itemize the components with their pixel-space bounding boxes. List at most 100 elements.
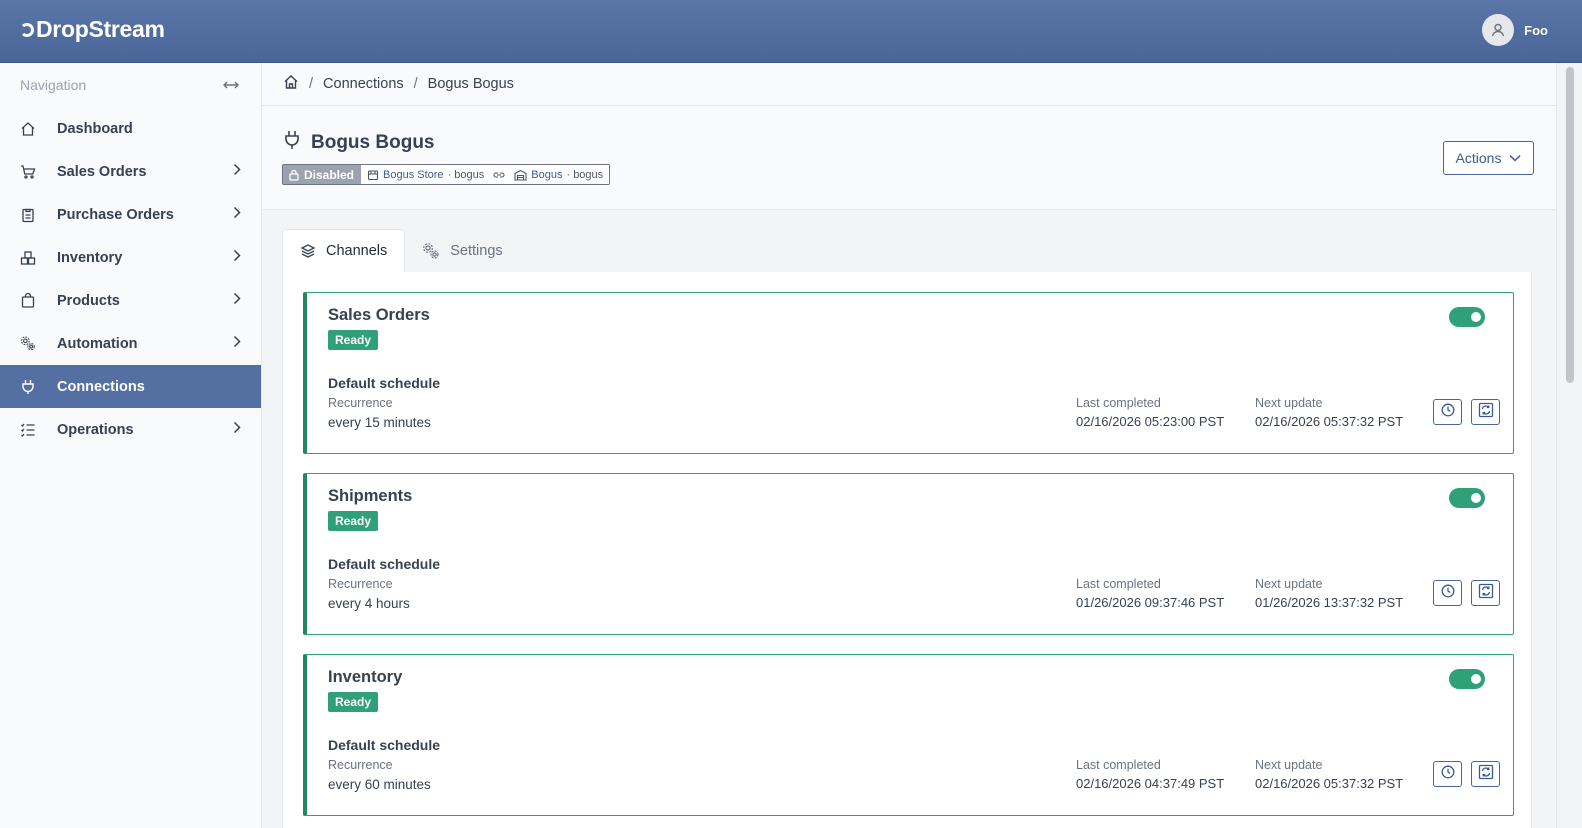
warehouse-icon bbox=[514, 169, 527, 181]
cart-icon bbox=[20, 164, 36, 180]
schedule-button[interactable] bbox=[1433, 580, 1462, 606]
sidebar-item-dashboard[interactable]: Dashboard bbox=[0, 107, 261, 150]
sidebar-item-label: Dashboard bbox=[57, 120, 133, 137]
app-logo[interactable]: DropStream bbox=[20, 16, 165, 43]
schedule-title: Default schedule bbox=[328, 375, 441, 391]
link-icon bbox=[493, 171, 505, 178]
sidebar-item-label: Connections bbox=[57, 378, 145, 395]
chevron-right-icon[interactable] bbox=[233, 163, 241, 180]
store-name[interactable]: Bogus Store bbox=[383, 169, 444, 181]
next-update-label: Next update bbox=[1255, 758, 1323, 772]
clock-icon bbox=[1441, 584, 1455, 603]
next-update-label: Next update bbox=[1255, 396, 1323, 410]
schedule-title: Default schedule bbox=[328, 737, 441, 753]
title-row: Bogus Bogus bbox=[283, 130, 435, 155]
page-title: Bogus Bogus bbox=[311, 131, 435, 153]
status-badge: Ready bbox=[328, 692, 379, 712]
user-name: Foo bbox=[1524, 22, 1548, 38]
logo-mark-icon bbox=[20, 22, 34, 37]
nav-list: Dashboard Sales Orders Purchase Orders Inve… bbox=[0, 107, 261, 451]
sidebar-item-purchase-orders[interactable]: Purchase Orders bbox=[0, 193, 261, 236]
next-update-value: 02/16/2026 05:37:32 PST bbox=[1255, 414, 1404, 429]
scroll-thumb[interactable] bbox=[1566, 67, 1574, 383]
sidebar-item-inventory[interactable]: Inventory bbox=[0, 236, 261, 279]
channel-title: Sales Orders bbox=[328, 306, 430, 324]
last-completed-label: Last completed bbox=[1076, 396, 1161, 410]
top-bar: DropStream Foo bbox=[0, 0, 1582, 63]
next-update-label: Next update bbox=[1255, 577, 1323, 591]
channel-enabled-toggle[interactable] bbox=[1449, 488, 1485, 508]
recurrence-label: Recurrence bbox=[328, 396, 393, 410]
breadcrumb-connections[interactable]: Connections bbox=[323, 76, 404, 92]
chevron-down-icon bbox=[1509, 154, 1521, 162]
store-id: · bogus bbox=[447, 168, 485, 181]
home-icon[interactable] bbox=[283, 74, 299, 94]
last-completed-value: 02/16/2026 05:23:00 PST bbox=[1076, 414, 1225, 429]
chevron-right-icon[interactable] bbox=[233, 249, 241, 266]
last-completed-value: 02/16/2026 04:37:49 PST bbox=[1076, 776, 1225, 791]
chevron-right-icon[interactable] bbox=[233, 421, 241, 438]
tab-settings[interactable]: Settings bbox=[405, 229, 519, 272]
store-info: Bogus Store · bogus Bogus · bogus bbox=[361, 165, 610, 184]
channel-enabled-toggle[interactable] bbox=[1449, 307, 1485, 327]
sync-now-button[interactable] bbox=[1471, 580, 1500, 606]
schedule-title: Default schedule bbox=[328, 556, 441, 572]
schedule-button[interactable] bbox=[1433, 761, 1462, 787]
avatar[interactable] bbox=[1482, 14, 1515, 46]
boxes-icon bbox=[20, 250, 36, 266]
sidebar-item-connections[interactable]: Connections bbox=[0, 365, 261, 408]
channel-card-sales-orders: Sales Orders Ready Default schedule Recurre… bbox=[303, 292, 1514, 454]
clock-icon bbox=[1441, 765, 1455, 784]
main-content: / Connections / Bogus Bogus Bogus Bogus … bbox=[262, 63, 1556, 828]
actions-button[interactable]: Actions bbox=[1443, 141, 1534, 175]
sidebar-item-sales-orders[interactable]: Sales Orders bbox=[0, 150, 261, 193]
plug-icon bbox=[20, 379, 36, 395]
logo-text: DropStream bbox=[36, 16, 165, 42]
lock-icon bbox=[289, 169, 299, 181]
next-update-value: 02/16/2026 05:37:32 PST bbox=[1255, 776, 1404, 791]
status-badge: Ready bbox=[328, 511, 379, 531]
status-badge: Ready bbox=[328, 330, 379, 350]
chevron-right-icon[interactable] bbox=[233, 292, 241, 309]
user-icon bbox=[1491, 23, 1505, 37]
recurrence-label: Recurrence bbox=[328, 577, 393, 591]
page-header: Bogus Bogus Disabled Bogus Store · bogus… bbox=[262, 106, 1556, 210]
schedule-button[interactable] bbox=[1433, 399, 1462, 425]
refresh-icon bbox=[1478, 764, 1494, 785]
tab-channels[interactable]: Channels bbox=[282, 229, 406, 272]
sidebar-item-label: Products bbox=[57, 292, 120, 309]
refresh-icon bbox=[1478, 583, 1494, 604]
sidebar-item-products[interactable]: Products bbox=[0, 279, 261, 322]
sync-now-button[interactable] bbox=[1471, 399, 1500, 425]
sidebar-item-label: Automation bbox=[57, 335, 138, 352]
user-menu[interactable]: Foo bbox=[1482, 14, 1548, 46]
sidebar-item-automation[interactable]: Automation bbox=[0, 322, 261, 365]
page-scrollbar[interactable] bbox=[1556, 63, 1582, 828]
sync-now-button[interactable] bbox=[1471, 761, 1500, 787]
tab-bar: Channels Settings bbox=[282, 229, 520, 272]
collapse-toggle-icon[interactable] bbox=[223, 77, 239, 93]
sidebar-item-label: Inventory bbox=[57, 249, 123, 266]
connection-tags: Disabled Bogus Store · bogus Bogus · bog… bbox=[282, 164, 611, 185]
recurrence-value: every 60 minutes bbox=[328, 777, 431, 792]
status-badge: Disabled bbox=[283, 165, 362, 184]
channel-card-inventory: Inventory Ready Default schedule Recurrence… bbox=[303, 654, 1514, 816]
warehouse-id: · bogus bbox=[566, 168, 604, 181]
last-completed-label: Last completed bbox=[1076, 758, 1161, 772]
channel-card-shipments: Shipments Ready Default schedule Recurrence… bbox=[303, 473, 1514, 635]
breadcrumb: / Connections / Bogus Bogus bbox=[262, 63, 1556, 106]
warehouse-name[interactable]: Bogus bbox=[531, 169, 562, 181]
home-icon bbox=[20, 121, 36, 137]
refresh-icon bbox=[1478, 402, 1494, 423]
breadcrumb-current: Bogus Bogus bbox=[427, 76, 514, 92]
channel-enabled-toggle[interactable] bbox=[1449, 669, 1485, 689]
nav-header: Navigation bbox=[0, 63, 261, 107]
channels-panel: Sales Orders Ready Default schedule Recurre… bbox=[282, 272, 1532, 828]
list-check-icon bbox=[20, 422, 36, 438]
sidebar-item-operations[interactable]: Operations bbox=[0, 408, 261, 451]
chevron-right-icon[interactable] bbox=[233, 206, 241, 223]
sidebar-item-label: Purchase Orders bbox=[57, 206, 174, 223]
chevron-right-icon[interactable] bbox=[233, 335, 241, 352]
next-update-value: 01/26/2026 13:37:32 PST bbox=[1255, 595, 1404, 610]
recurrence-value: every 4 hours bbox=[328, 596, 410, 611]
